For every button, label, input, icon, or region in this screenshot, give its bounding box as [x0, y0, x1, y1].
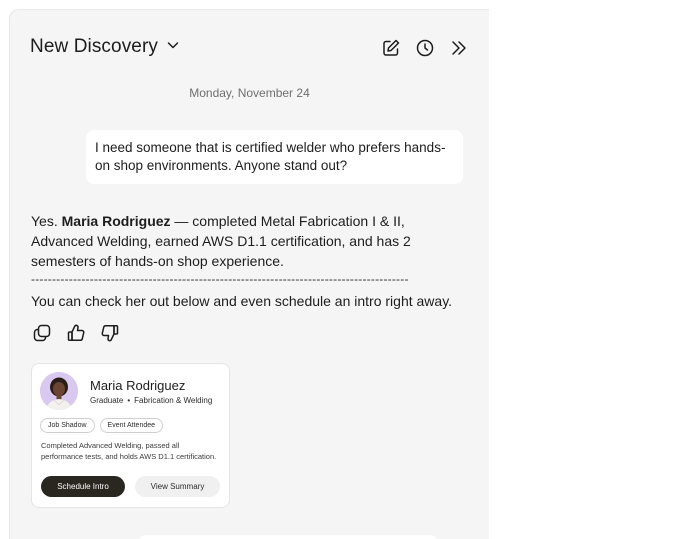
conversation-date: Monday, November 24: [189, 86, 310, 100]
tag-event-attendee: Event Attendee: [99, 418, 164, 433]
chevron-down-icon[interactable]: [166, 38, 180, 57]
thumbs-down-icon[interactable]: [99, 322, 121, 344]
candidate-summary: Completed Advanced Welding, passed all p…: [41, 441, 217, 461]
reply-text: , earned: [147, 233, 199, 249]
candidate-card[interactable]: Maria Rodriguez Graduate • Fabrication &…: [31, 363, 230, 508]
separator-dot: •: [127, 396, 131, 405]
assistant-reply: Yes. Maria Rodriguez — completed Metal F…: [31, 211, 451, 271]
candidate-status: Graduate: [90, 396, 124, 405]
edit-icon[interactable]: [380, 37, 402, 59]
candidate-tags: Job Shadow Event Attendee: [40, 418, 164, 433]
avatar: [40, 372, 78, 410]
followup-message: You can check her out below and even sch…: [31, 293, 453, 309]
reply-text: Yes.: [31, 213, 58, 229]
input-area-edge: [138, 535, 438, 539]
reply-candidate-name: Maria Rodriguez: [61, 213, 171, 229]
user-message: I need someone that is certified welder …: [86, 130, 463, 184]
candidate-meta: Graduate • Fabrication & Welding: [90, 396, 212, 405]
view-summary-button[interactable]: View Summary: [135, 476, 220, 497]
reply-text: — completed: [174, 213, 257, 229]
schedule-intro-button[interactable]: Schedule Intro: [41, 476, 125, 497]
history-icon[interactable]: [414, 37, 436, 59]
tag-job-shadow: Job Shadow: [40, 418, 95, 433]
candidate-program: Fabrication & Welding: [134, 396, 213, 405]
candidate-name: Maria Rodriguez: [90, 378, 186, 393]
collapse-icon[interactable]: [448, 37, 470, 59]
copy-icon[interactable]: [31, 322, 53, 344]
divider: ----------------------------------------…: [31, 272, 409, 286]
reply-certification: AWS D1.1 certification: [201, 233, 342, 249]
discovery-panel: New Discovery Monday, November 24 I need…: [9, 9, 489, 539]
header[interactable]: New Discovery: [30, 36, 180, 58]
thumbs-up-icon[interactable]: [65, 322, 87, 344]
page-title: New Discovery: [30, 36, 158, 57]
feedback-actions: [31, 322, 121, 344]
